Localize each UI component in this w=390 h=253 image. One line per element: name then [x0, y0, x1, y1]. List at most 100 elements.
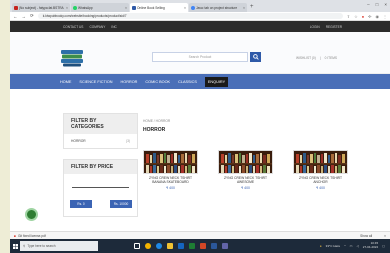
edge-app-icon[interactable]: [156, 243, 162, 249]
company-link[interactable]: COMPANY: [89, 25, 105, 29]
product-image[interactable]: [218, 150, 273, 174]
back-arrow-icon[interactable]: ←: [13, 14, 18, 19]
url-input[interactable]: k.ktwpubbooky.com/website/booking/produc…: [37, 13, 343, 19]
close-tab-icon[interactable]: ×: [66, 6, 68, 10]
nav-comic-book[interactable]: COMIC BOOK: [145, 80, 170, 84]
tab-label: Java: tab on project structure: [196, 5, 238, 10]
product-name[interactable]: ZYNG CREW NECK TSHIRT AWESOME: [218, 176, 273, 184]
nav-home[interactable]: HOME: [60, 80, 71, 84]
register-link[interactable]: REGISTER: [326, 25, 342, 29]
browser-tab[interactable]: (No subject) - fatypa.fat.BSTRA ×: [12, 3, 70, 12]
search-icon: ⚲: [23, 244, 26, 248]
tab-label: (No subject) - fatypa.fat.BSTRA: [19, 5, 64, 10]
product-image[interactable]: [293, 150, 348, 174]
screen: (No subject) - fatypa.fat.BSTRA × WhatsA…: [10, 0, 390, 253]
clock[interactable]: 10:45 27-04-2022: [363, 241, 378, 250]
reload-icon[interactable]: ⟳: [30, 13, 34, 19]
weather-text[interactable]: 33°C Haze: [326, 244, 341, 248]
close-tab-icon[interactable]: ×: [243, 6, 245, 10]
inc-link[interactable]: INC: [111, 25, 117, 29]
google-favicon-icon: [191, 5, 195, 10]
close-tab-icon[interactable]: ×: [125, 6, 127, 10]
taskbar-apps: [134, 243, 228, 249]
login-link[interactable]: LOGIN: [310, 25, 320, 29]
bookshelf-image: [219, 151, 272, 173]
nav-enquiry[interactable]: ENQUIRY: [204, 76, 229, 87]
search-input[interactable]: Search Product: [152, 52, 248, 62]
word-app-icon[interactable]: [211, 243, 217, 249]
browser-menu-icon[interactable]: ⋮: [383, 14, 387, 19]
puzzle-extensions-icon[interactable]: ✣: [368, 14, 371, 19]
breadcrumb[interactable]: HOME / HORROR: [143, 119, 170, 123]
product-name[interactable]: ZYNG CREW NECK TSHIRT ANCHOR: [293, 176, 348, 184]
product-card[interactable]: ZYNG CREW NECK TSHIRT ANCHOR ₹ 400: [293, 150, 348, 190]
show-all-link[interactable]: Show all: [360, 234, 372, 238]
browser-tab[interactable]: Java: tab on project structure ×: [189, 3, 247, 12]
chrome-app-icon[interactable]: [145, 243, 151, 249]
system-tray: ● 33°C Haze ^ ▭ ◁ 10:45 27-04-2022 ▢: [320, 241, 385, 250]
close-tab-icon[interactable]: ×: [184, 6, 186, 10]
excel-app-icon[interactable]: [189, 243, 195, 249]
browser-tab[interactable]: WhatsApp ×: [71, 3, 129, 12]
profile-icon[interactable]: ◉: [376, 14, 380, 19]
downloaded-file[interactable]: Git fixed license.pdf: [18, 234, 46, 238]
extension-icon[interactable]: ●: [362, 14, 364, 19]
wishlist-link[interactable]: WISHLIST (0): [296, 56, 316, 60]
bookshelf-image: [144, 151, 197, 173]
books-logo-icon[interactable]: [60, 49, 84, 67]
weather-icon[interactable]: ●: [320, 244, 322, 248]
contact-us-link[interactable]: CONTACT US: [63, 25, 83, 29]
search-button[interactable]: [250, 52, 261, 62]
store-app-icon[interactable]: [178, 243, 184, 249]
product-card[interactable]: ZYNG CREW NECK TSHIRT BANANA SKATEBOARD …: [143, 150, 198, 190]
separator: |: [319, 56, 321, 60]
nav-horror[interactable]: HORROR: [121, 80, 138, 84]
product-price: ₹ 400: [165, 186, 176, 190]
notifications-icon[interactable]: ▢: [382, 244, 385, 248]
share-icon[interactable]: ⇪: [347, 14, 350, 19]
site-top-bar: CONTACT US COMPANY INC LOGIN REGISTER: [10, 21, 390, 32]
category-nav: HOME SCIENCE FICTION HORROR COMIC BOOK C…: [10, 74, 390, 89]
start-button[interactable]: [10, 239, 20, 253]
windows-logo-icon: [12, 243, 18, 249]
new-tab-icon[interactable]: +: [250, 3, 254, 12]
close-window-icon[interactable]: ×: [384, 2, 387, 7]
task-view-icon[interactable]: [134, 243, 140, 249]
download-bar: ■ Git fixed license.pdf Show all ×: [10, 231, 390, 239]
taskbar-search-placeholder: Type here to search: [27, 244, 56, 248]
price-max-button[interactable]: Rs. 10000: [110, 200, 132, 208]
file-explorer-icon[interactable]: [167, 243, 173, 249]
teams-app-icon[interactable]: [222, 243, 228, 249]
product-card[interactable]: ZYNG CREW NECK TSHIRT AWESOME ₹ 400: [218, 150, 273, 190]
tray-up-arrow-icon[interactable]: ^: [344, 244, 345, 248]
close-download-bar-icon[interactable]: ×: [384, 234, 386, 238]
bookshelf-image: [294, 151, 347, 173]
forward-arrow-icon[interactable]: →: [22, 14, 27, 19]
volume-icon[interactable]: ◁: [356, 244, 358, 248]
category-filter-title: FILTER BY CATEGORIES: [64, 114, 137, 134]
browser-tab-active[interactable]: Online Book Selling ×: [130, 3, 188, 12]
maximize-icon[interactable]: □: [376, 2, 379, 7]
floating-record-button[interactable]: [25, 208, 38, 221]
taskbar-search-input[interactable]: ⚲ Type here to search: [20, 241, 98, 251]
browser-tab-bar: (No subject) - fatypa.fat.BSTRA × WhatsA…: [10, 0, 390, 12]
minimize-icon[interactable]: –: [367, 2, 370, 7]
powerpoint-app-icon[interactable]: [200, 243, 206, 249]
category-item-count: (3): [125, 139, 130, 143]
tab-label: Online Book Selling: [137, 5, 165, 10]
sidebar: FILTER BY CATEGORIES HORROR (3) FILTER B…: [63, 113, 138, 217]
tab-label: WhatsApp: [78, 5, 93, 10]
category-filter-item[interactable]: HORROR (3): [64, 134, 137, 148]
cart-link[interactable]: 0 ITEMS: [325, 56, 337, 60]
product-image[interactable]: [143, 150, 198, 174]
nav-science-fiction[interactable]: SCIENCE FICTION: [79, 80, 112, 84]
pdf-file-icon: ■: [14, 233, 16, 238]
nav-classics[interactable]: CLASSICS: [178, 80, 197, 84]
network-icon[interactable]: ▭: [350, 244, 353, 248]
price-range-slider[interactable]: [72, 187, 129, 188]
product-name[interactable]: ZYNG CREW NECK TSHIRT BANANA SKATEBOARD: [143, 176, 198, 184]
bookmark-star-icon[interactable]: ☆: [354, 14, 358, 19]
page-title: HORROR: [143, 127, 166, 133]
price-min-button[interactable]: Rs. 0: [70, 200, 92, 208]
product-price: ₹ 400: [315, 186, 326, 190]
